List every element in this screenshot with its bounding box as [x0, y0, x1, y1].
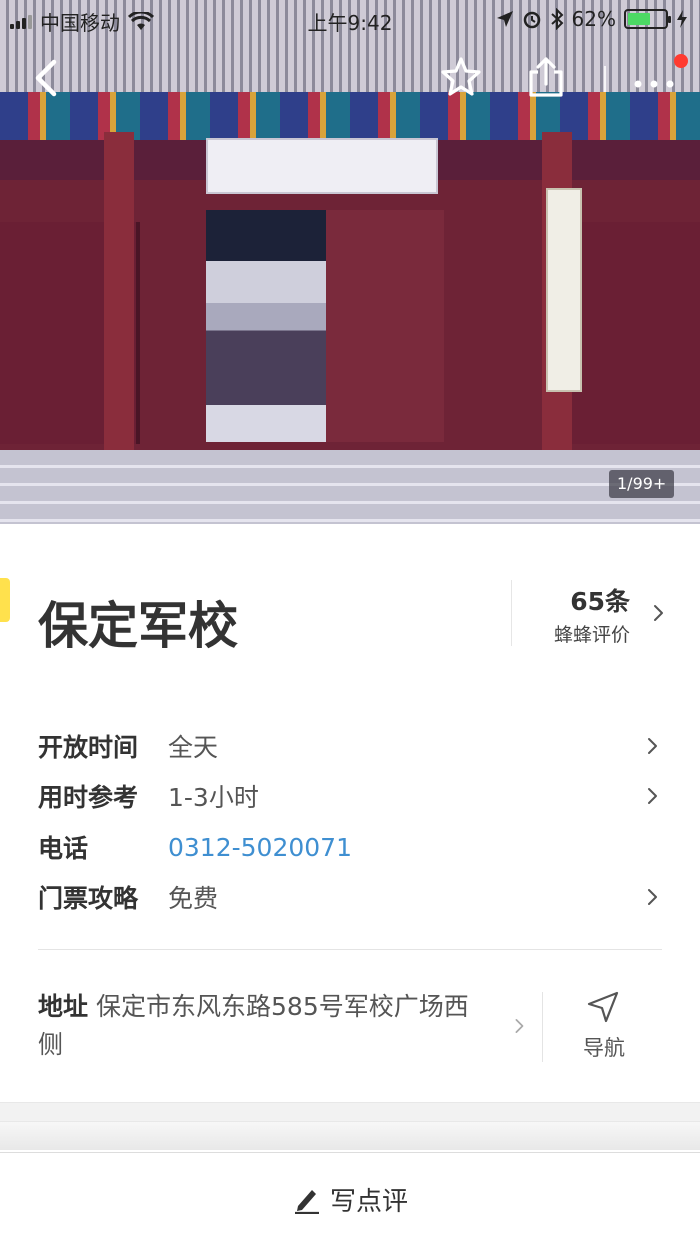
charging-icon	[677, 10, 687, 28]
info-row-tickets[interactable]: 门票攻略 免费	[38, 877, 668, 917]
info-key: 门票攻略	[38, 884, 139, 913]
chevron-right-icon	[644, 787, 660, 805]
address-divider	[542, 992, 543, 1062]
review-count: 65条	[570, 587, 630, 616]
info-value: 1-3小时	[168, 783, 259, 812]
hero-vertical-sign	[546, 188, 582, 392]
battery-icon	[624, 9, 671, 29]
battery-percent: 62%	[571, 7, 616, 31]
info-key: 用时参考	[38, 783, 139, 812]
info-value: 全天	[168, 733, 219, 762]
nav-separator	[604, 66, 606, 92]
info-value: 免费	[168, 884, 219, 913]
info-key: 开放时间	[38, 733, 139, 762]
notification-dot	[674, 54, 688, 68]
address-block[interactable]: 地址 保定市东风东路585号军校广场西侧	[38, 988, 478, 1064]
info-row-hours[interactable]: 开放时间 全天	[38, 726, 668, 766]
phone-link[interactable]: 0312-5020071	[168, 833, 352, 862]
attraction-title: 保定军校	[38, 597, 238, 655]
hero-door-mid	[326, 210, 444, 442]
review-divider	[511, 580, 512, 646]
top-nav	[0, 48, 700, 108]
back-icon[interactable]	[28, 58, 68, 98]
chevron-right-icon	[512, 1018, 528, 1036]
status-bar: 中国移动 上午9:42 62%	[0, 0, 700, 40]
chevron-right-icon	[644, 737, 660, 755]
chevron-right-icon	[644, 888, 660, 906]
hero-gate-opening	[206, 210, 326, 442]
section-separator	[0, 1102, 700, 1122]
write-review-label: 写点评	[329, 1186, 408, 1217]
hero-pillar	[104, 132, 134, 468]
section-divider	[38, 949, 662, 950]
review-label: 蜂蜂评价	[553, 624, 630, 646]
info-row-phone: 电话 0312-5020071	[38, 827, 668, 867]
write-review-bar[interactable]: 写点评	[0, 1152, 700, 1245]
navigation-arrow-icon	[587, 991, 619, 1023]
favorite-star-icon[interactable]	[440, 56, 482, 98]
status-right-group: 62%	[496, 7, 688, 31]
hero-plaque	[206, 138, 438, 194]
battery-fill	[628, 13, 651, 25]
bluetooth-icon	[550, 8, 563, 30]
info-key: 电话	[38, 834, 89, 863]
more-dots-icon[interactable]	[628, 56, 680, 98]
share-icon[interactable]	[526, 56, 566, 98]
location-arrow-icon	[496, 11, 513, 27]
photo-counter-badge[interactable]: 1/99+	[609, 470, 675, 498]
address-label: 地址	[38, 992, 89, 1021]
pen-icon	[294, 1190, 319, 1214]
chevron-right-icon	[650, 604, 666, 622]
title-accent-bar	[0, 578, 10, 622]
alarm-icon	[523, 11, 540, 29]
navigate-label: 导航	[583, 1036, 625, 1060]
hero-steps	[0, 450, 700, 524]
address-text: 保定市东风东路585号军校广场西侧	[38, 992, 469, 1059]
hero-door-right	[566, 222, 700, 444]
section-separator-shadow	[0, 1122, 700, 1150]
info-row-duration[interactable]: 用时参考 1-3小时	[38, 776, 668, 816]
